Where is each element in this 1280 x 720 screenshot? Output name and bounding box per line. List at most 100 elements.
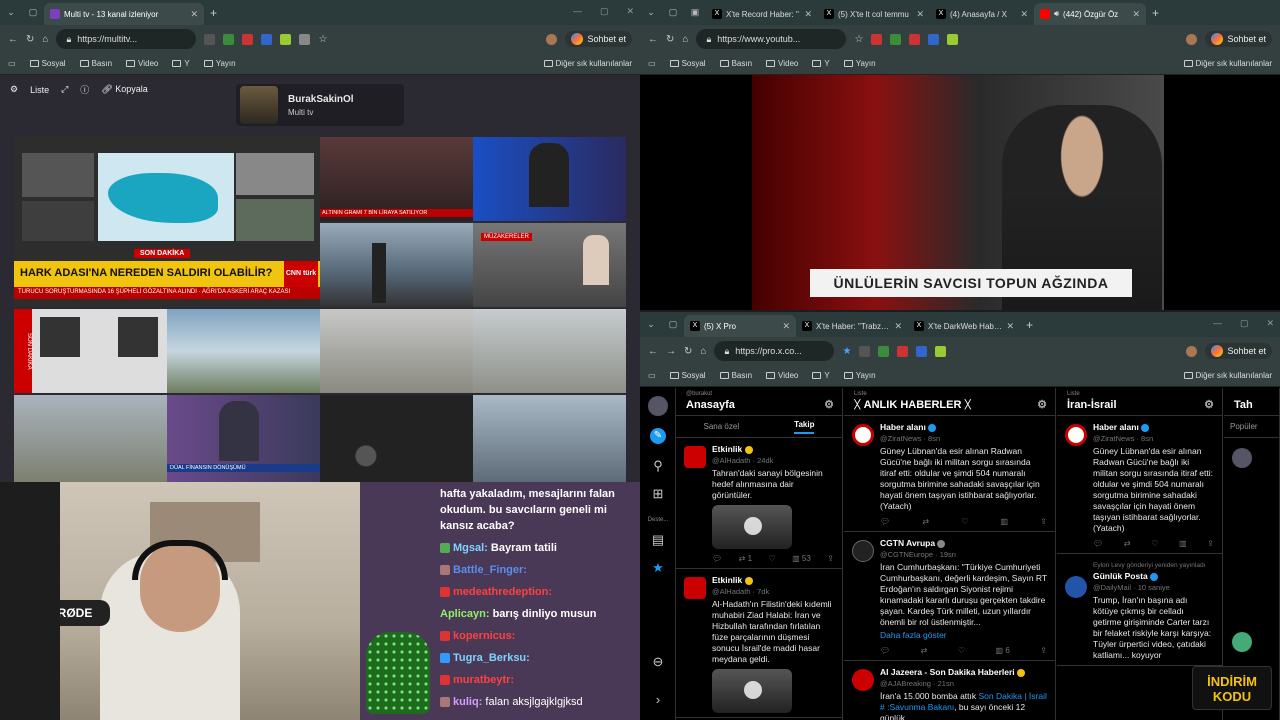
- fullscreen-icon[interactable]: ⤢: [61, 84, 68, 95]
- tweet[interactable]: Etkinlik @AlHadath · 7dk Al-Hadath'ın Fi…: [676, 569, 842, 718]
- tab-for-you[interactable]: Sana özel: [704, 422, 740, 431]
- forward-icon[interactable]: →: [666, 346, 676, 357]
- bookmark-folder[interactable]: Basın: [79, 59, 112, 68]
- extension-icon[interactable]: [935, 345, 947, 357]
- bookmark-folder[interactable]: Sosyal: [29, 59, 66, 68]
- extension-icon[interactable]: [947, 33, 959, 45]
- other-bookmarks[interactable]: Diğer sık kullanılanlar: [543, 59, 632, 68]
- tab-x[interactable]: X X'te DarkWeb Haber: "Bursa'da ✕: [908, 315, 1020, 337]
- close-tab-icon[interactable]: ✕: [190, 9, 198, 20]
- column-settings-icon[interactable]: ⚙: [1037, 398, 1047, 411]
- bookmark-folder[interactable]: Sosyal: [669, 371, 706, 380]
- column-settings-icon[interactable]: ⚙: [1204, 398, 1214, 411]
- tv-stream[interactable]: SON DAKİKA: [14, 309, 167, 393]
- tab-x[interactable]: X X'te Record Haber: " ✕: [706, 3, 818, 25]
- back-icon[interactable]: ←: [648, 346, 658, 357]
- home-icon[interactable]: ⌂: [682, 34, 688, 45]
- settings-gear-icon[interactable]: ⚙: [10, 84, 18, 95]
- refresh-icon[interactable]: ↻: [666, 34, 674, 45]
- tweet[interactable]: Haber alanı @ZiratNews · 8sn Güney Lübna…: [1057, 416, 1222, 554]
- close-tab-icon[interactable]: ✕: [1132, 9, 1140, 20]
- extension-icon[interactable]: [223, 33, 235, 45]
- retweet-icon[interactable]: ⇄: [922, 516, 929, 527]
- tab-actions-icon[interactable]: ⌄: [640, 7, 662, 18]
- extension-icon[interactable]: [916, 345, 928, 357]
- account-avatar[interactable]: [648, 396, 668, 416]
- like-icon[interactable]: ♡: [1151, 538, 1158, 549]
- tv-stream[interactable]: [473, 137, 626, 221]
- tweet[interactable]: Etkinlik @AlHadath · 24dk Tahran'daki sa…: [676, 438, 842, 569]
- close-window-icon[interactable]: ✕: [626, 6, 634, 17]
- retweet-icon[interactable]: ⇄: [1124, 538, 1131, 549]
- tv-stream[interactable]: DÜAL FİNANSIN DÖNÜŞÜMÜ: [167, 395, 320, 482]
- extension-icon[interactable]: [878, 345, 890, 357]
- tv-stream[interactable]: [473, 309, 626, 393]
- close-window-icon[interactable]: ✕: [1266, 318, 1274, 329]
- collections-icon[interactable]: ▣: [684, 7, 706, 18]
- tweet[interactable]: CGTN Avrupa @CGTNEurope · 19sn İran Cumh…: [844, 532, 1055, 661]
- bookmark-folder[interactable]: Yayın: [843, 371, 876, 380]
- views-icon[interactable]: ▥: [1001, 516, 1009, 527]
- home-icon[interactable]: ⌂: [700, 346, 706, 357]
- star-icon[interactable]: ★: [650, 560, 666, 576]
- reply-icon[interactable]: 💬︎: [1093, 538, 1103, 549]
- tab-actions-icon[interactable]: ⌄: [640, 319, 662, 330]
- workspaces-icon[interactable]: ▢: [662, 319, 684, 330]
- like-icon[interactable]: ♡: [958, 645, 965, 656]
- tab-xpro[interactable]: X (5) X Pro ✕: [684, 315, 796, 337]
- deck-icon[interactable]: ▤: [650, 532, 666, 548]
- share-icon[interactable]: ⇪: [1040, 645, 1047, 656]
- bookmark-folder[interactable]: Y: [812, 371, 830, 380]
- tv-stream[interactable]: ALTININ GRAMI 7 BİN LİRAYA SATILIYOR: [320, 137, 473, 221]
- tv-stream[interactable]: [320, 395, 473, 482]
- home-icon[interactable]: ⌂: [42, 34, 48, 45]
- tv-stream[interactable]: [167, 309, 320, 393]
- column-settings-icon[interactable]: ⚙: [824, 398, 834, 411]
- other-bookmarks[interactable]: Diğer sık kullanılanlar: [1183, 371, 1272, 380]
- extension-icon[interactable]: [242, 33, 254, 45]
- copilot-chat-button[interactable]: Sohbet et: [1205, 343, 1272, 359]
- reading-icon[interactable]: ▭: [648, 59, 656, 68]
- retweet-icon[interactable]: ⇄: [921, 645, 928, 656]
- tab-x[interactable]: X X'te Haber: "Trabzon'da kız ark ✕: [796, 315, 908, 337]
- bookmark-folder[interactable]: Video: [766, 371, 798, 380]
- reply-icon[interactable]: 💬︎: [880, 645, 890, 656]
- extension-icon[interactable]: [909, 33, 921, 45]
- url-field[interactable]: 🔒︎ https://www.youtub...: [696, 29, 847, 49]
- reply-icon[interactable]: 💬︎: [880, 516, 890, 527]
- extension-icon[interactable]: [871, 33, 883, 45]
- reading-icon[interactable]: ▭: [648, 371, 656, 380]
- extension-icon[interactable]: [859, 345, 871, 357]
- minimize-icon[interactable]: —: [1213, 318, 1222, 329]
- url-field[interactable]: 🔒︎ https://multitv...: [56, 29, 197, 49]
- bookmark-folder[interactable]: Basın: [719, 371, 752, 380]
- back-icon[interactable]: ←: [8, 34, 18, 45]
- profile-avatar[interactable]: [546, 33, 558, 45]
- bookmark-folder[interactable]: Basın: [719, 59, 752, 68]
- copy-link-button[interactable]: 🔗︎ Kopyala: [101, 84, 147, 95]
- extension-icon[interactable]: [261, 33, 273, 45]
- close-tab-icon[interactable]: ✕: [894, 321, 902, 332]
- bookmark-folder[interactable]: Y: [172, 59, 190, 68]
- share-icon[interactable]: ⇪: [827, 553, 834, 564]
- close-tab-icon[interactable]: ✕: [1020, 9, 1028, 20]
- video-thumbnail[interactable]: [712, 669, 792, 713]
- show-more-link[interactable]: Daha fazla göster: [880, 630, 1047, 641]
- profile-avatar[interactable]: [1186, 345, 1198, 357]
- tab-popular[interactable]: Popüler: [1230, 422, 1258, 431]
- tab-x[interactable]: X (5) X'te lt col temmu ✕: [818, 3, 930, 25]
- extension-icon[interactable]: [897, 345, 909, 357]
- tv-stream[interactable]: [473, 395, 626, 482]
- tab-actions-icon[interactable]: ⌄: [0, 7, 22, 18]
- close-tab-icon[interactable]: ✕: [916, 9, 924, 20]
- tweet[interactable]: Al Jazeera - Son Dakika Haberleri @AJABr…: [844, 661, 1055, 720]
- reading-icon[interactable]: ▭: [8, 59, 16, 68]
- tab-multitv[interactable]: Multi tv - 13 kanal izleniyor ✕: [44, 3, 204, 25]
- minimize-icon[interactable]: —: [573, 6, 582, 17]
- extension-icon[interactable]: [299, 33, 311, 45]
- views-icon[interactable]: ▥: [1179, 538, 1187, 549]
- like-icon[interactable]: ♡: [961, 516, 968, 527]
- refresh-icon[interactable]: ↻: [26, 34, 34, 45]
- retweet-icon[interactable]: ⇄ 1: [739, 553, 752, 564]
- tab-following[interactable]: Takip: [794, 420, 815, 434]
